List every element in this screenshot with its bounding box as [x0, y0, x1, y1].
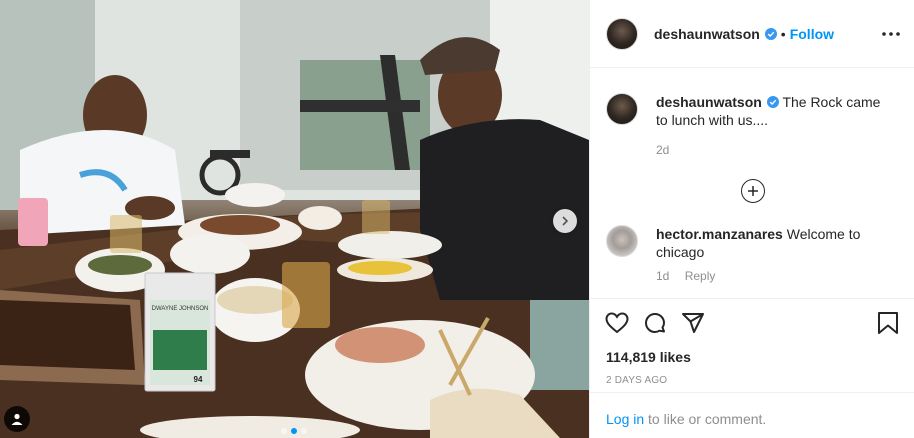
- post-header: deshaunwatson • Follow: [590, 0, 914, 68]
- heart-icon: [605, 312, 629, 334]
- card-number: 94: [194, 375, 203, 384]
- like-button[interactable]: [602, 308, 632, 338]
- author-avatar[interactable]: [606, 17, 638, 50]
- comment-icon: [645, 313, 665, 333]
- plus-circle-icon: [740, 179, 765, 203]
- comments-section: deshaunwatson The Rock came to lunch wit…: [590, 69, 914, 290]
- save-button[interactable]: [873, 308, 903, 338]
- comment-text-block: hector.manzanares Welcome to chicago: [656, 225, 886, 261]
- verified-badge-icon: [764, 27, 777, 40]
- post-actions-area: 114,819 likes 2 days ago: [590, 298, 914, 386]
- post-side-panel: deshaunwatson • Follow deshaunwatson The…: [589, 0, 914, 438]
- caption-avatar[interactable]: [606, 93, 638, 125]
- next-photo-button[interactable]: [553, 209, 577, 233]
- user-tag-button[interactable]: [4, 406, 30, 432]
- comment-item: hector.manzanares Welcome to chicago: [606, 225, 899, 261]
- reply-button[interactable]: Reply: [685, 269, 716, 283]
- carousel-dot: [291, 428, 297, 434]
- instagram-post: DWAYNE JOHNSON 94 deshaunwatson • Follow: [0, 0, 914, 438]
- carousel-dot: [281, 428, 287, 434]
- commenter-avatar[interactable]: [606, 225, 638, 257]
- login-prompt: Log in to like or comment.: [590, 392, 914, 438]
- author-username[interactable]: deshaunwatson: [654, 26, 760, 42]
- caption: deshaunwatson The Rock came to lunch wit…: [606, 93, 899, 129]
- like-count[interactable]: 114,819 likes: [606, 349, 903, 365]
- caption-username[interactable]: deshaunwatson: [656, 94, 762, 110]
- carousel-dot: [301, 428, 307, 434]
- login-link[interactable]: Log in: [606, 411, 644, 427]
- post-photo[interactable]: DWAYNE JOHNSON 94: [0, 0, 589, 438]
- paper-plane-icon: [682, 313, 704, 333]
- comment-meta: 1d Reply: [656, 269, 899, 283]
- user-tag-icon: [11, 413, 23, 425]
- chevron-right-icon: [562, 216, 569, 226]
- comment-username[interactable]: hector.manzanares: [656, 226, 783, 242]
- share-button[interactable]: [678, 308, 708, 338]
- verified-badge-icon: [766, 96, 779, 108]
- more-options-button[interactable]: [879, 24, 903, 44]
- follow-button[interactable]: Follow: [790, 26, 834, 42]
- action-bar: [602, 307, 903, 339]
- load-more-comments[interactable]: [606, 179, 899, 203]
- card-name: DWAYNE JOHNSON: [152, 306, 209, 312]
- bookmark-icon: [878, 312, 898, 334]
- post-date[interactable]: 2 days ago: [606, 375, 903, 386]
- lunch-scene-illustration: DWAYNE JOHNSON 94: [0, 0, 589, 438]
- carousel-indicator: [281, 428, 307, 434]
- comment-button[interactable]: [640, 308, 670, 338]
- comment-age: 1d: [656, 269, 670, 283]
- caption-text-block: deshaunwatson The Rock came to lunch wit…: [656, 93, 886, 129]
- separator-bullet: •: [780, 25, 786, 42]
- more-options-icon: [882, 32, 900, 36]
- login-prompt-text: to like or comment.: [648, 411, 767, 427]
- caption-age: 2d: [656, 143, 670, 157]
